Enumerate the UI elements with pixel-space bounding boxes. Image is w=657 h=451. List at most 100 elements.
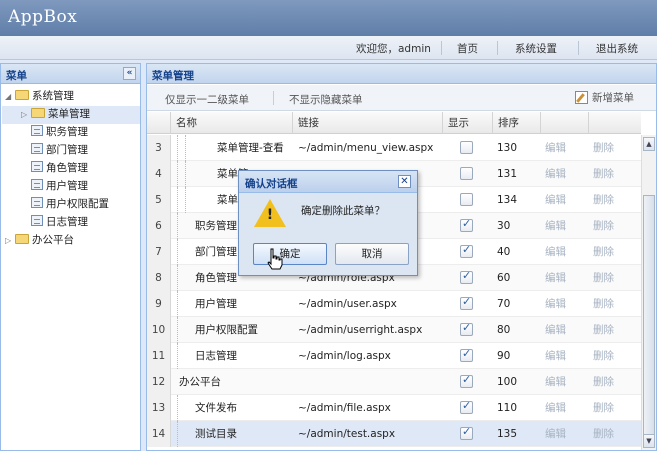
row-number: 5 bbox=[147, 187, 171, 213]
edit-link[interactable]: 编辑 bbox=[545, 213, 589, 239]
page-icon bbox=[31, 215, 43, 226]
show-checkbox[interactable] bbox=[460, 321, 473, 336]
scroll-down-icon[interactable]: ▼ bbox=[643, 434, 655, 448]
edit-link[interactable]: 编辑 bbox=[545, 291, 589, 317]
edit-link[interactable]: 编辑 bbox=[545, 161, 589, 187]
show-checkbox[interactable] bbox=[460, 167, 473, 180]
show-checkbox[interactable] bbox=[460, 141, 473, 154]
edit-link[interactable]: 编辑 bbox=[545, 343, 589, 369]
tree-guide-line bbox=[177, 265, 178, 291]
delete-link[interactable]: 删除 bbox=[593, 317, 637, 343]
menu-link-cell: ~/admin/menu_view.aspx bbox=[298, 142, 434, 154]
home-link[interactable]: 首页 bbox=[457, 41, 478, 56]
dialog-message: 确定删除此菜单？ bbox=[301, 205, 385, 217]
tree-label: 角色管理 bbox=[46, 162, 88, 174]
show-checkbox[interactable] bbox=[460, 347, 473, 362]
delete-link[interactable]: 删除 bbox=[593, 421, 637, 447]
show-checkbox[interactable] bbox=[460, 217, 473, 232]
delete-link[interactable]: 删除 bbox=[593, 395, 637, 421]
warning-mark: ! bbox=[266, 207, 274, 223]
collapse-arrow-icon[interactable]: ▷ bbox=[21, 110, 31, 119]
hide-hidden-filter-button[interactable]: 不显示隐藏菜单 bbox=[289, 92, 363, 107]
dialog-title: 确认对话框 bbox=[245, 178, 298, 190]
show-checkbox[interactable] bbox=[460, 373, 473, 388]
menu-order-cell: 110 bbox=[497, 402, 518, 414]
first-level-filter-button[interactable]: 仅显示一二级菜单 bbox=[165, 92, 249, 107]
collapse-arrow-icon[interactable]: ▷ bbox=[5, 236, 15, 245]
column-header-name[interactable]: 名称 bbox=[171, 112, 293, 134]
cancel-button[interactable]: 取消 bbox=[335, 243, 409, 265]
hand-cursor-icon bbox=[267, 248, 283, 270]
column-header-order[interactable]: 排序 bbox=[493, 112, 541, 134]
edit-link[interactable]: 编辑 bbox=[545, 135, 589, 161]
edit-link[interactable]: 编辑 bbox=[545, 395, 589, 421]
page-icon bbox=[31, 143, 43, 154]
edit-link[interactable]: 编辑 bbox=[545, 239, 589, 265]
edit-link[interactable]: 编辑 bbox=[545, 265, 589, 291]
vertical-scrollbar[interactable]: ▲ ▼ bbox=[641, 135, 656, 450]
table-row[interactable]: 12 办公平台 100 编辑删除 bbox=[147, 369, 641, 395]
app-header: AppBox bbox=[0, 0, 657, 36]
tree-node-system[interactable]: ◢ 系统管理 bbox=[5, 88, 139, 106]
delete-link[interactable]: 删除 bbox=[593, 291, 637, 317]
scroll-up-icon[interactable]: ▲ bbox=[643, 137, 655, 151]
tree-guide-line bbox=[177, 239, 178, 265]
menu-order-cell: 80 bbox=[497, 324, 511, 336]
user-toolbar: 欢迎您，admin 首页 系统设置 退出系统 bbox=[0, 36, 657, 60]
table-row[interactable]: 13 文件发布 ~/admin/file.aspx 110 编辑删除 bbox=[147, 395, 641, 421]
column-header-link[interactable]: 链接 bbox=[293, 112, 443, 134]
settings-link[interactable]: 系统设置 bbox=[515, 41, 557, 56]
delete-link[interactable]: 删除 bbox=[593, 239, 637, 265]
delete-link[interactable]: 删除 bbox=[593, 187, 637, 213]
tree-node-userright[interactable]: 用户权限配置 bbox=[31, 196, 109, 214]
table-row[interactable]: 14 测试目录 ~/admin/test.aspx 135 编辑删除 bbox=[147, 421, 641, 447]
tree-node-menu[interactable]: ▷ 菜单管理 bbox=[2, 106, 140, 124]
table-row[interactable]: 9 用户管理 ~/admin/user.aspx 70 编辑删除 bbox=[147, 291, 641, 317]
show-checkbox[interactable] bbox=[460, 295, 473, 310]
show-checkbox[interactable] bbox=[460, 243, 473, 258]
tree-label: 系统管理 bbox=[32, 90, 74, 102]
show-checkbox[interactable] bbox=[460, 193, 473, 206]
show-checkbox[interactable] bbox=[460, 269, 473, 284]
main-header: 菜单管理 bbox=[147, 64, 656, 84]
tree-node-role[interactable]: 角色管理 bbox=[31, 160, 88, 178]
tree-node-position[interactable]: 职务管理 bbox=[31, 124, 88, 142]
expand-arrow-icon[interactable]: ◢ bbox=[5, 92, 15, 101]
table-row[interactable]: 11 日志管理 ~/admin/log.aspx 90 编辑删除 bbox=[147, 343, 641, 369]
scroll-thumb[interactable] bbox=[643, 195, 655, 435]
delete-link[interactable]: 删除 bbox=[593, 265, 637, 291]
row-number: 3 bbox=[147, 135, 171, 161]
tree-node-dept[interactable]: 部门管理 bbox=[31, 142, 88, 160]
table-row[interactable]: 3 菜单管理-查看 ~/admin/menu_view.aspx 130 编辑 删除 bbox=[147, 135, 641, 161]
menu-order-cell: 100 bbox=[497, 376, 518, 388]
delete-link[interactable]: 删除 bbox=[593, 369, 637, 395]
add-menu-label: 新增菜单 bbox=[592, 92, 634, 104]
menu-link-cell: ~/admin/user.aspx bbox=[298, 298, 397, 310]
edit-link[interactable]: 编辑 bbox=[545, 317, 589, 343]
menu-link-cell bbox=[298, 369, 443, 395]
edit-link[interactable]: 编辑 bbox=[545, 369, 589, 395]
sidebar: 菜单 « ◢ 系统管理 ▷ 菜单管理 职务管理 部门管理 角色管理 用户管理 用户权… bbox=[0, 63, 141, 451]
table-row[interactable]: 10 用户权限配置 ~/admin/userright.aspx 80 编辑删除 bbox=[147, 317, 641, 343]
edit-link[interactable]: 编辑 bbox=[545, 187, 589, 213]
show-checkbox[interactable] bbox=[460, 399, 473, 414]
tree-node-log[interactable]: 日志管理 bbox=[31, 214, 88, 232]
delete-link[interactable]: 删除 bbox=[593, 343, 637, 369]
tree-node-user[interactable]: 用户管理 bbox=[31, 178, 88, 196]
delete-link[interactable]: 删除 bbox=[593, 213, 637, 239]
collapse-icon[interactable]: « bbox=[123, 67, 136, 80]
tree-guide-line bbox=[185, 161, 186, 187]
tree-guide-line bbox=[177, 161, 178, 187]
grid-toolbar: 仅显示一二级菜单 不显示隐藏菜单 新增菜单 bbox=[147, 85, 656, 111]
edit-link[interactable]: 编辑 bbox=[545, 421, 589, 447]
show-checkbox[interactable] bbox=[460, 425, 473, 440]
delete-link[interactable]: 删除 bbox=[593, 135, 637, 161]
delete-link[interactable]: 删除 bbox=[593, 161, 637, 187]
sidebar-title: 菜单 bbox=[6, 70, 27, 82]
menu-link-cell: ~/admin/test.aspx bbox=[298, 428, 396, 440]
add-menu-button[interactable]: 新增菜单 bbox=[575, 90, 634, 105]
column-header-show[interactable]: 显示 bbox=[443, 112, 493, 134]
logout-link[interactable]: 退出系统 bbox=[596, 41, 638, 56]
close-icon[interactable]: ✕ bbox=[398, 175, 411, 188]
tree-node-office[interactable]: ▷ 办公平台 bbox=[5, 232, 74, 250]
